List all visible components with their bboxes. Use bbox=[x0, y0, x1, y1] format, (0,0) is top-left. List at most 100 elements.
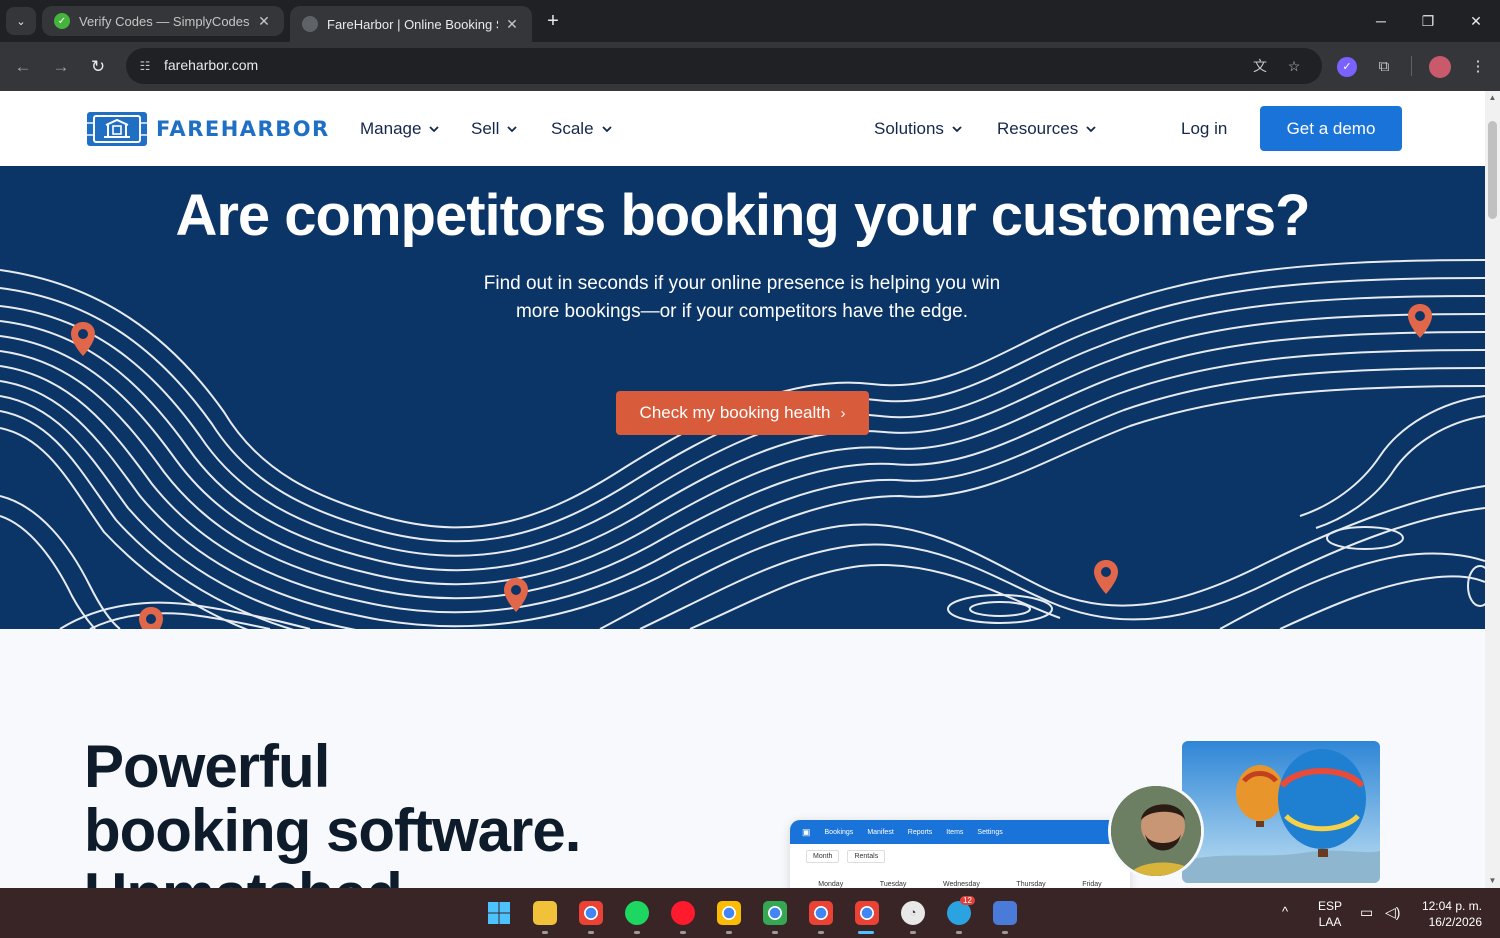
hero-subtitle-line1: Find out in seconds if your online prese… bbox=[483, 273, 1001, 294]
nav-label: Scale bbox=[551, 119, 594, 138]
toolbar-divider bbox=[1411, 56, 1412, 76]
chevron-down-icon: ⌄ bbox=[16, 15, 26, 28]
login-link[interactable]: Log in bbox=[1181, 119, 1227, 139]
nav-scale[interactable]: Scale bbox=[551, 119, 613, 139]
tab-fareharbor[interactable]: FareHarbor | Online Booking So ✕ bbox=[290, 6, 532, 42]
chrome-icon[interactable] bbox=[579, 901, 603, 925]
clock[interactable]: 12:04 p. m. 16/2/2026 bbox=[1414, 898, 1482, 930]
back-icon[interactable]: ← bbox=[10, 54, 36, 80]
profile-avatar[interactable] bbox=[1429, 56, 1451, 78]
chrome-active-icon[interactable] bbox=[855, 901, 879, 925]
lang-line1: ESP bbox=[1318, 899, 1343, 913]
fareharbor-logo[interactable]: FAREHARBOR bbox=[86, 111, 330, 147]
nav-solutions[interactable]: Solutions bbox=[874, 119, 963, 139]
tab-title: FareHarbor | Online Booking So bbox=[327, 16, 498, 32]
mock-logo-icon: ▣ bbox=[802, 826, 811, 837]
running-indicator bbox=[1002, 931, 1008, 934]
opera-icon[interactable] bbox=[671, 901, 695, 925]
dashboard-preview-nav: ▣ Bookings Manifest Reports Items Settin… bbox=[790, 820, 1130, 844]
url-text[interactable]: fareharbor.com bbox=[164, 57, 258, 73]
scroll-down-icon[interactable]: ▼ bbox=[1485, 874, 1500, 888]
fareharbor-logo-icon bbox=[87, 112, 147, 146]
bookmark-star-icon[interactable]: ☆ bbox=[1284, 56, 1304, 76]
chrome-profile-icon[interactable] bbox=[763, 901, 787, 925]
tab-simplycodes[interactable]: ✓ Verify Codes — SimplyCodes ✕ bbox=[42, 6, 284, 36]
chevron-up-icon[interactable]: ^ bbox=[1282, 904, 1288, 919]
running-indicator bbox=[634, 931, 640, 934]
running-indicator bbox=[588, 931, 594, 934]
site-settings-icon[interactable]: ☷ bbox=[136, 57, 154, 75]
scrollbar-thumb[interactable] bbox=[1488, 121, 1497, 219]
spotify-icon[interactable] bbox=[625, 901, 649, 925]
minimize-icon[interactable]: ─ bbox=[1366, 8, 1396, 34]
time-text: 12:04 p. m. bbox=[1421, 899, 1482, 913]
nav-resources[interactable]: Resources bbox=[997, 119, 1097, 139]
mock-filter: Rentals bbox=[847, 850, 886, 863]
running-indicator bbox=[818, 931, 824, 934]
browser-tab-bar: ⌄ ✓ Verify Codes — SimplyCodes ✕ FareHar… bbox=[0, 0, 1500, 42]
translate-icon[interactable]: 文 bbox=[1250, 56, 1270, 76]
close-tab-icon[interactable]: ✕ bbox=[256, 13, 272, 30]
chevron-down-icon bbox=[507, 126, 517, 133]
menu-dots-icon[interactable]: ⋮ bbox=[1466, 55, 1490, 79]
scroll-up-icon[interactable]: ▲ bbox=[1485, 91, 1500, 105]
running-indicator bbox=[680, 931, 686, 934]
close-window-icon[interactable]: ✕ bbox=[1461, 8, 1491, 34]
check-booking-health-button[interactable]: Check my booking health › bbox=[616, 391, 869, 435]
mock-tab: Bookings bbox=[824, 828, 854, 836]
forward-icon[interactable]: → bbox=[48, 54, 74, 80]
close-tab-icon[interactable]: ✕ bbox=[504, 16, 520, 33]
hero-title: Are competitors booking your customers? bbox=[175, 183, 1310, 248]
features-title-line2: booking software. bbox=[84, 797, 581, 864]
reload-icon[interactable]: ↻ bbox=[85, 54, 111, 80]
restore-icon[interactable]: ❐ bbox=[1413, 8, 1443, 34]
tab-search-button[interactable]: ⌄ bbox=[6, 7, 36, 35]
chevron-down-icon bbox=[1086, 126, 1096, 133]
nav-label: Sell bbox=[471, 119, 500, 138]
file-explorer-icon[interactable] bbox=[533, 901, 557, 925]
get-demo-button[interactable]: Get a demo bbox=[1260, 106, 1402, 151]
hero-subtitle: Find out in seconds if your online prese… bbox=[442, 270, 1042, 326]
mock-tab: Items bbox=[946, 828, 964, 836]
mock-day: Monday bbox=[818, 881, 844, 888]
extensions-puzzle-icon[interactable]: ⧉ bbox=[1372, 55, 1396, 79]
nav-sell[interactable]: Sell bbox=[471, 119, 518, 139]
date-text: 16/2/2026 bbox=[1428, 915, 1482, 929]
mock-day: Wednesday bbox=[942, 881, 980, 888]
lang-line2: LAA bbox=[1318, 915, 1342, 929]
map-pin-icon bbox=[139, 607, 163, 629]
telegram-badge: 12 bbox=[960, 896, 975, 905]
dashboard-preview-image: ▣ Bookings Manifest Reports Items Settin… bbox=[790, 820, 1130, 888]
chrome-profile-icon[interactable] bbox=[717, 901, 741, 925]
language-indicator[interactable]: ESP LAA bbox=[1318, 898, 1342, 930]
mock-day: Friday bbox=[1082, 881, 1102, 888]
map-pin-icon bbox=[504, 578, 528, 612]
calculator-icon[interactable] bbox=[993, 901, 1017, 925]
chrome-profile-icon[interactable] bbox=[809, 901, 833, 925]
features-title-line3: Unmatched bbox=[84, 861, 403, 889]
windows-start-icon[interactable] bbox=[487, 901, 511, 925]
clock-app-icon[interactable]: ◔ bbox=[901, 901, 925, 925]
page-viewport: FAREHARBOR Manage Sell Scale Solutions R… bbox=[0, 91, 1500, 888]
chevron-right-icon: › bbox=[840, 404, 846, 422]
extension-icon[interactable]: ✓ bbox=[1337, 57, 1357, 77]
page-scrollbar[interactable]: ▲ ▼ bbox=[1485, 91, 1500, 888]
map-pin-icon bbox=[71, 322, 95, 356]
nav-manage[interactable]: Manage bbox=[360, 119, 440, 139]
logo-text: FAREHARBOR bbox=[156, 117, 330, 141]
hero-subtitle-line2: more bookings—or if your competitors hav… bbox=[515, 301, 968, 322]
site-header: FAREHARBOR Manage Sell Scale Solutions R… bbox=[0, 91, 1485, 166]
map-pin-icon bbox=[1094, 560, 1118, 594]
address-bar[interactable]: ☷ fareharbor.com 文 ☆ bbox=[126, 48, 1322, 84]
features-title-line1: Powerful bbox=[84, 733, 330, 800]
nav-label: Resources bbox=[997, 119, 1079, 138]
chevron-down-icon bbox=[601, 126, 612, 133]
new-tab-button[interactable]: + bbox=[541, 9, 565, 33]
simplycodes-icon: ✓ bbox=[54, 13, 70, 29]
network-icon[interactable]: ▭ bbox=[1360, 904, 1373, 921]
nav-label: Solutions bbox=[874, 119, 944, 138]
volume-icon[interactable]: ◁) bbox=[1385, 904, 1400, 921]
telegram-icon[interactable]: 12 bbox=[947, 896, 975, 925]
mock-day: Tuesday bbox=[879, 881, 907, 888]
hot-air-balloons-photo bbox=[1182, 741, 1380, 883]
